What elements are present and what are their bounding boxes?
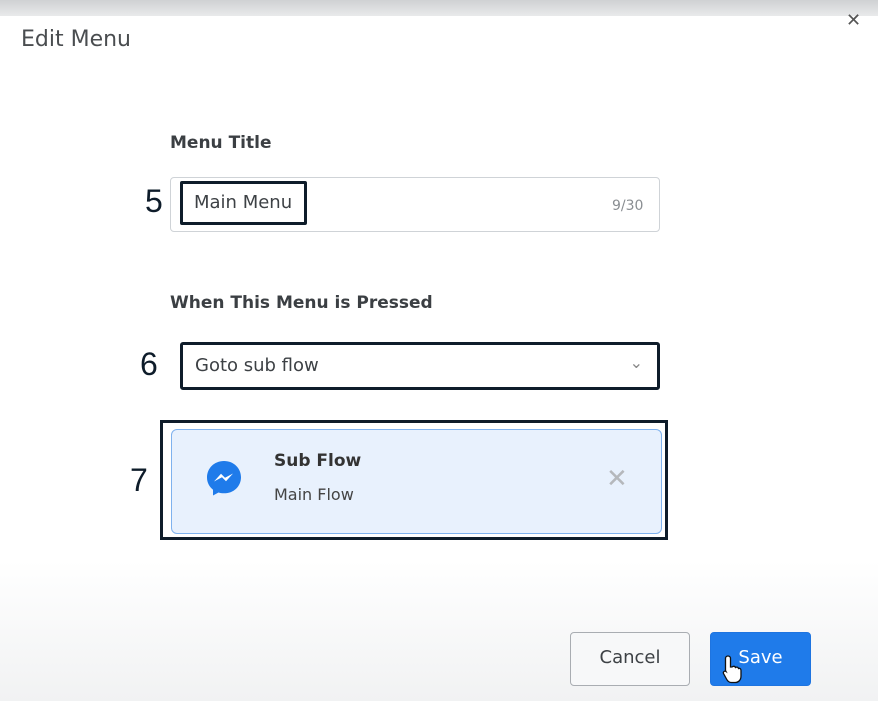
menu-title-label: Menu Title [170, 133, 272, 153]
annotation-number-5: 5 [145, 183, 163, 219]
window-top-bar [0, 0, 878, 16]
on-press-select[interactable]: Goto sub flow ⌄ [180, 342, 660, 390]
cancel-button[interactable]: Cancel [570, 632, 690, 686]
subflow-card-subtitle: Main Flow [274, 485, 354, 504]
remove-subflow-icon[interactable]: ✕ [606, 466, 628, 492]
annotation-number-6: 6 [140, 346, 158, 382]
subflow-card[interactable] [171, 429, 662, 534]
hand-cursor-icon [722, 655, 742, 684]
annotation-number-7: 7 [130, 462, 148, 498]
messenger-icon [207, 461, 241, 496]
subflow-card-title: Sub Flow [274, 451, 362, 471]
dialog-close-icon[interactable]: ✕ [846, 12, 861, 30]
on-press-selected-value: Goto sub flow [195, 355, 319, 376]
menu-title-value[interactable]: Main Menu [180, 181, 307, 225]
chevron-down-icon: ⌄ [629, 353, 643, 372]
dialog-title: Edit Menu [21, 27, 131, 52]
on-press-label: When This Menu is Pressed [170, 293, 433, 313]
character-counter: 9/30 [612, 198, 644, 214]
